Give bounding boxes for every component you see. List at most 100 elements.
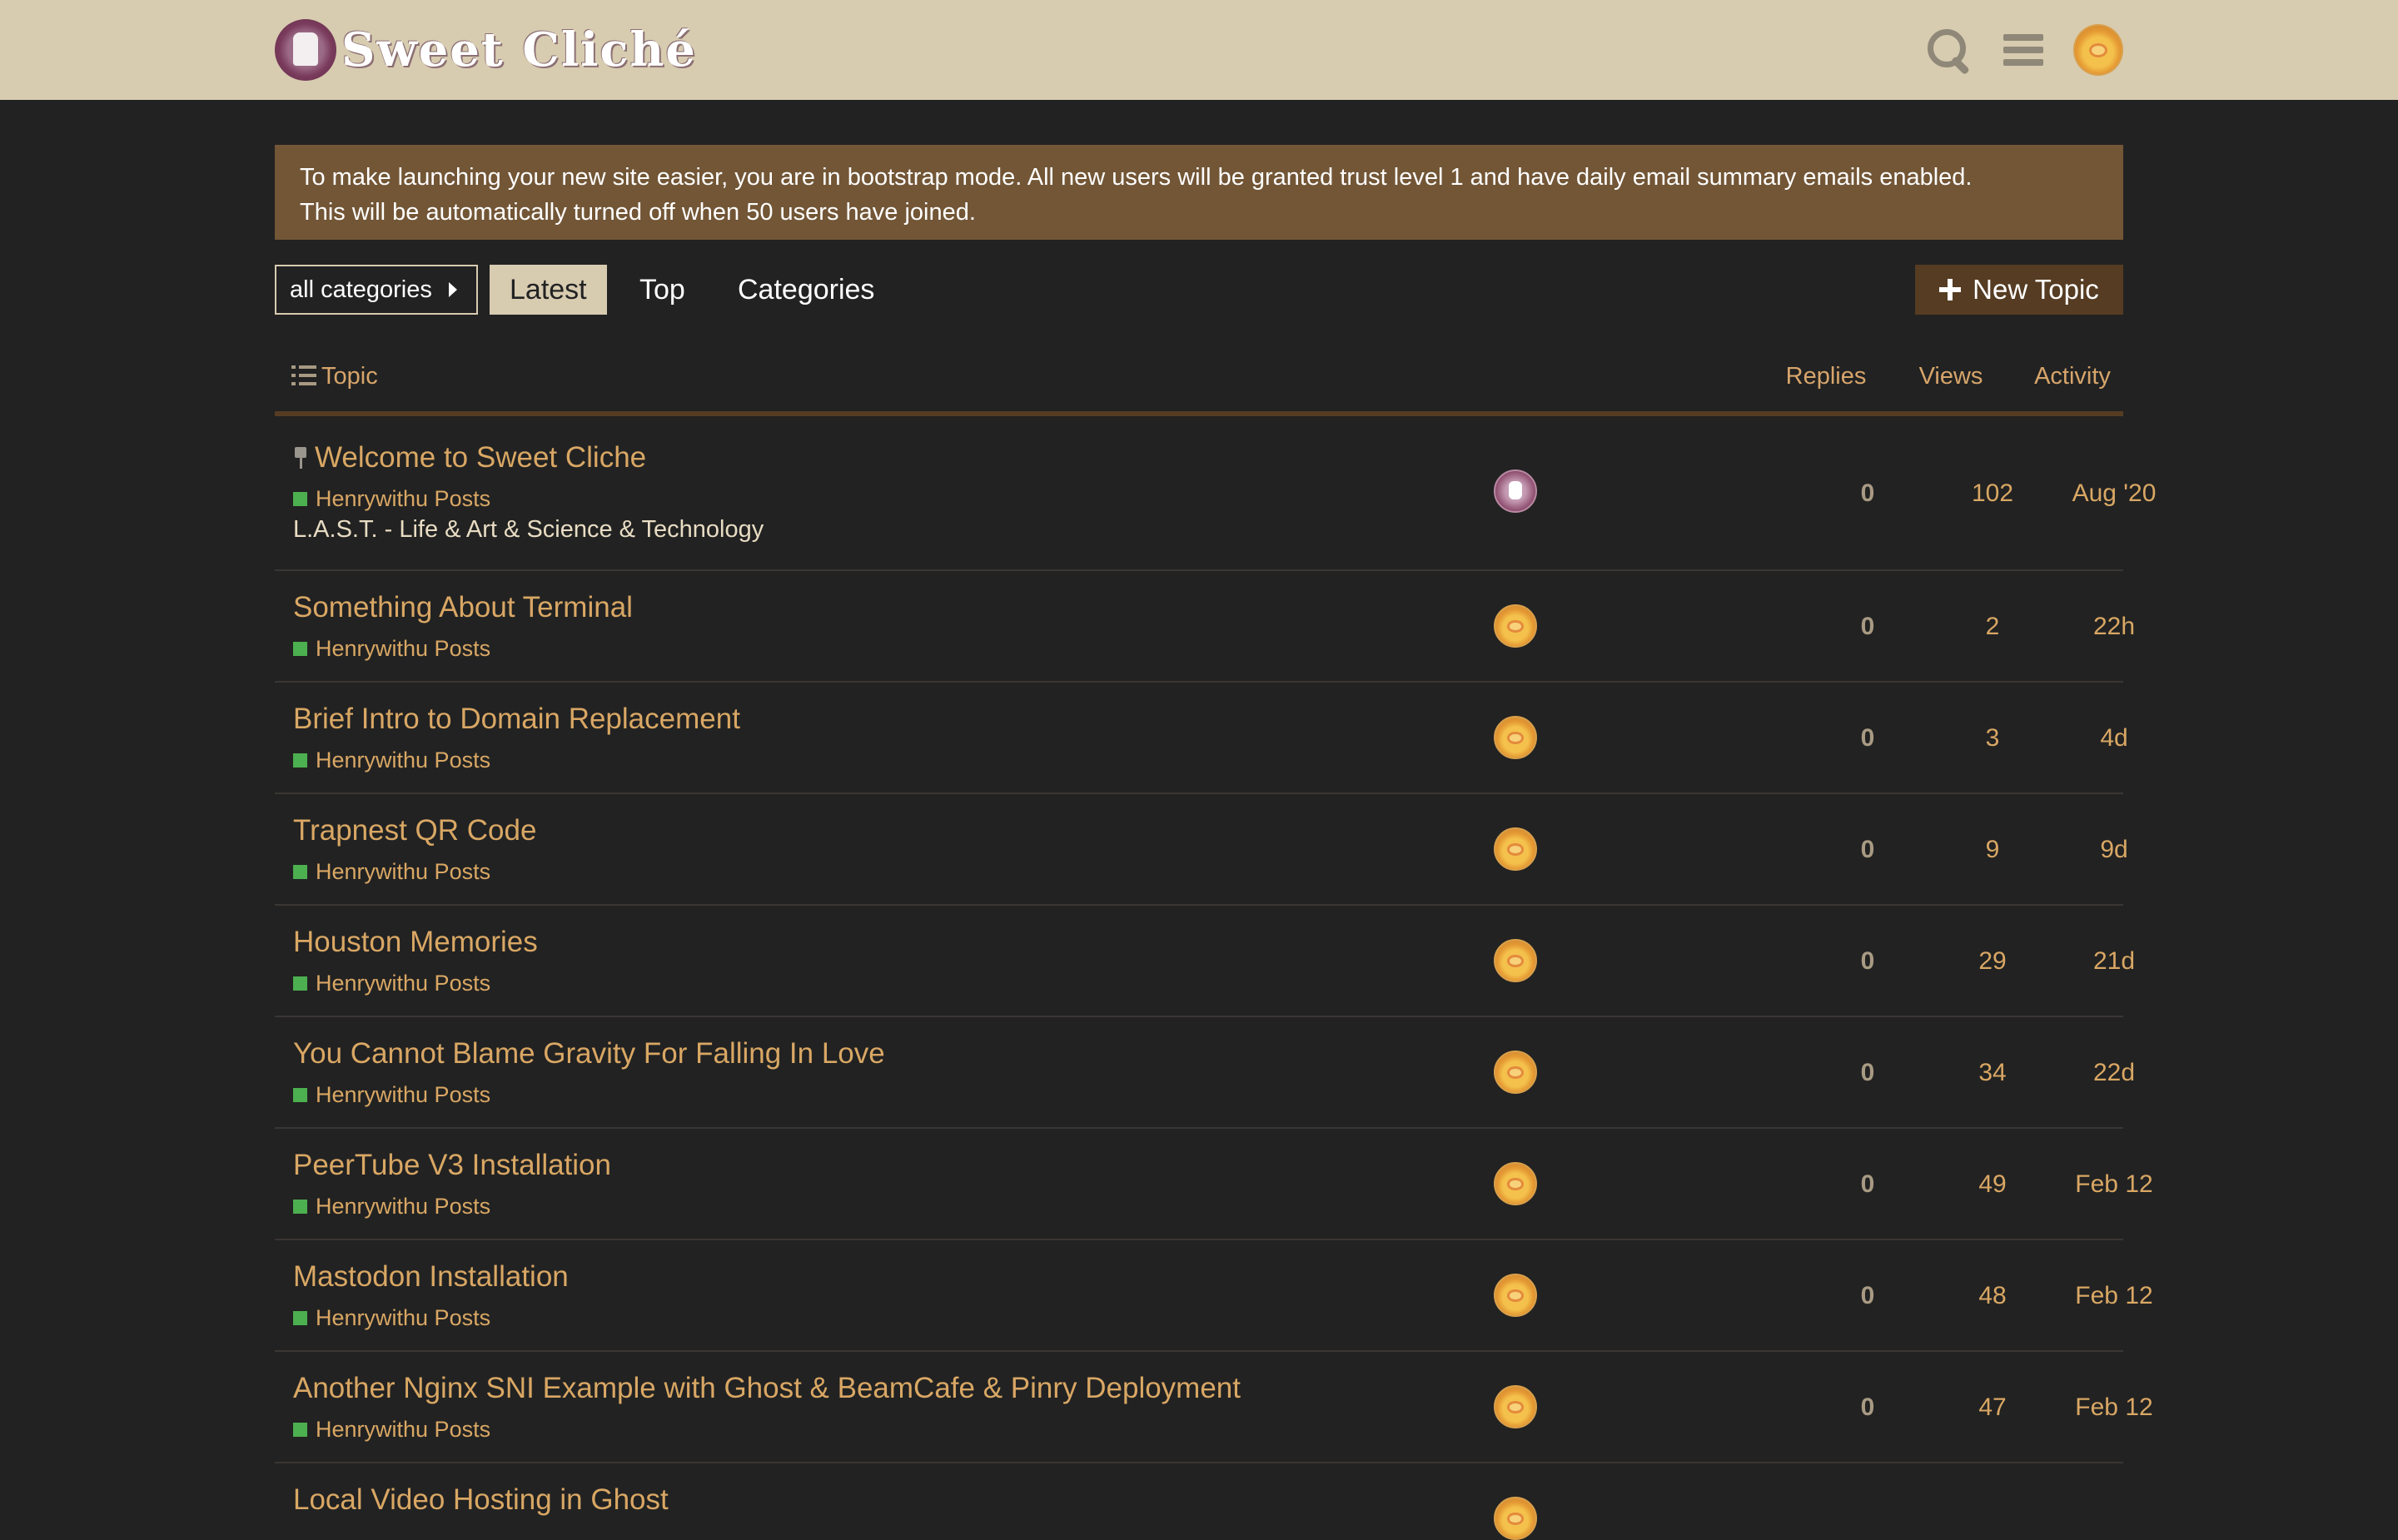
topic-list-header: Topic Replies Views Activity	[275, 350, 2123, 416]
activity-time[interactable]: 22d	[2056, 1059, 2172, 1087]
views-count: 3	[1985, 724, 2000, 752]
replies-count: 0	[1860, 1170, 1875, 1198]
category-color-square	[293, 642, 307, 656]
avatar	[1494, 939, 1537, 982]
logo-badge-icon	[275, 19, 336, 81]
table-row: Houston Memories Henrywithu Posts 0 29 2…	[275, 906, 2135, 1017]
views-count: 47	[1978, 1393, 2007, 1421]
topic-title-link[interactable]: Something About Terminal	[293, 591, 633, 624]
category-color-square	[293, 1200, 307, 1214]
category-badge[interactable]: Henrywithu Posts	[293, 1417, 490, 1443]
search-button[interactable]	[1923, 23, 1973, 77]
category-color-square	[293, 976, 307, 991]
tab-latest[interactable]: Latest	[490, 265, 607, 315]
activity-column-header[interactable]: Activity	[2014, 363, 2131, 390]
activity-time[interactable]: 21d	[2056, 947, 2172, 976]
category-badge[interactable]: Henrywithu Posts	[293, 971, 490, 996]
new-topic-label: New Topic	[1973, 274, 2099, 305]
views-count: 49	[1978, 1170, 2007, 1198]
topic-title-link[interactable]: Another Nginx SNI Example with Ghost & B…	[293, 1372, 1241, 1405]
replies-count: 0	[1860, 836, 1875, 863]
replies-column-header[interactable]: Replies	[1768, 363, 1884, 390]
topic-title-link[interactable]: Trapnest QR Code	[293, 814, 536, 847]
category-badge[interactable]: Henrywithu Posts	[293, 636, 490, 662]
views-count: 48	[1978, 1282, 2007, 1309]
poster-avatar[interactable]	[1494, 939, 1537, 982]
table-row: Another Nginx SNI Example with Ghost & B…	[275, 1352, 2153, 1463]
site-header: Sweet Cliché	[0, 0, 2398, 100]
table-row: Mastodon Installation Henrywithu Posts 0…	[275, 1240, 2153, 1352]
avatar	[1494, 469, 1537, 513]
table-row: Brief Intro to Domain Replacement Henryw…	[275, 683, 2128, 794]
views-count: 2	[1985, 613, 2000, 640]
site-logo[interactable]: Sweet Cliché	[275, 17, 697, 83]
category-badge[interactable]: Henrywithu Posts	[293, 1305, 490, 1331]
replies-count: 0	[1860, 1059, 1875, 1086]
topic-excerpt: L.A.S.T. - Life & Art & Science & Techno…	[293, 516, 764, 543]
tab-top[interactable]: Top	[619, 265, 705, 315]
category-label: Henrywithu Posts	[316, 636, 491, 661]
replies-count: 0	[1860, 724, 1875, 752]
category-label: Henrywithu Posts	[316, 748, 491, 772]
avatar	[1494, 1051, 1537, 1094]
poster-avatar[interactable]	[1494, 1385, 1537, 1428]
activity-time[interactable]: 4d	[2056, 724, 2172, 753]
category-label: Henrywithu Posts	[316, 1417, 491, 1442]
activity-time[interactable]: Feb 12	[2056, 1170, 2172, 1199]
activity-time[interactable]: Feb 12	[2056, 1393, 2172, 1422]
topic-title-link[interactable]: Mastodon Installation	[293, 1260, 569, 1294]
menu-button[interactable]	[1998, 23, 2048, 77]
category-dropdown[interactable]: all categories	[275, 265, 478, 315]
topic-title-link[interactable]: Brief Intro to Domain Replacement	[293, 703, 740, 736]
topic-list: Welcome to Sweet Cliche Henrywithu Posts…	[275, 421, 2156, 1540]
category-label: Henrywithu Posts	[316, 1305, 491, 1330]
topic-title-link[interactable]: You Cannot Blame Gravity For Falling In …	[293, 1037, 885, 1071]
category-label: Henrywithu Posts	[316, 1082, 491, 1107]
new-topic-button[interactable]: New Topic	[1915, 265, 2123, 315]
category-color-square	[293, 753, 307, 768]
category-badge[interactable]: Henrywithu Posts	[293, 1082, 490, 1108]
topic-column-header[interactable]: Topic	[291, 363, 378, 390]
category-label: Henrywithu Posts	[316, 1194, 491, 1219]
category-color-square	[293, 1311, 307, 1325]
topic-title-link[interactable]: Local Video Hosting in Ghost	[293, 1483, 669, 1517]
poster-avatar[interactable]	[1494, 1497, 1537, 1540]
activity-time[interactable]: 22h	[2056, 613, 2172, 641]
topic-title-link[interactable]: Welcome to Sweet Cliche	[293, 441, 646, 474]
table-row: Local Video Hosting in Ghost	[275, 1463, 2123, 1540]
activity-time[interactable]: 9d	[2056, 836, 2172, 864]
poster-avatar[interactable]	[1494, 1162, 1537, 1205]
replies-count: 0	[1860, 613, 1875, 640]
category-color-square	[293, 1088, 307, 1102]
activity-time[interactable]: Aug '20	[2056, 479, 2172, 508]
avatar	[1494, 716, 1537, 759]
topic-title-link[interactable]: Houston Memories	[293, 926, 538, 959]
category-badge[interactable]: Henrywithu Posts	[293, 486, 490, 512]
poster-avatar[interactable]	[1494, 716, 1537, 759]
replies-count: 0	[1860, 1282, 1875, 1309]
poster-avatar[interactable]	[1494, 604, 1537, 648]
category-badge[interactable]: Henrywithu Posts	[293, 748, 490, 773]
replies-count: 0	[1860, 947, 1875, 975]
poster-avatar[interactable]	[1494, 1274, 1537, 1317]
table-row: You Cannot Blame Gravity For Falling In …	[275, 1017, 2135, 1129]
poster-avatar[interactable]	[1494, 1051, 1537, 1094]
avatar	[1494, 1274, 1537, 1317]
category-badge[interactable]: Henrywithu Posts	[293, 1194, 490, 1220]
category-badge[interactable]: Henrywithu Posts	[293, 859, 490, 885]
table-row: Welcome to Sweet Cliche Henrywithu Posts…	[275, 421, 2156, 571]
caret-right-icon	[448, 282, 457, 297]
poster-avatar[interactable]	[1494, 469, 1537, 513]
table-row: PeerTube V3 Installation Henrywithu Post…	[275, 1129, 2153, 1240]
user-menu-button[interactable]	[2073, 23, 2123, 77]
views-count: 102	[1971, 479, 2014, 507]
category-color-square	[293, 492, 307, 506]
activity-time[interactable]: Feb 12	[2056, 1282, 2172, 1310]
topic-title-link[interactable]: PeerTube V3 Installation	[293, 1149, 611, 1182]
topic-title: Welcome to Sweet Cliche	[315, 441, 647, 474]
plus-icon	[1939, 279, 1962, 301]
poster-avatar[interactable]	[1494, 827, 1537, 871]
tab-categories[interactable]: Categories	[718, 265, 894, 315]
banner-line-2: This will be automatically turned off wh…	[300, 199, 976, 226]
views-column-header[interactable]: Views	[1893, 363, 2009, 390]
